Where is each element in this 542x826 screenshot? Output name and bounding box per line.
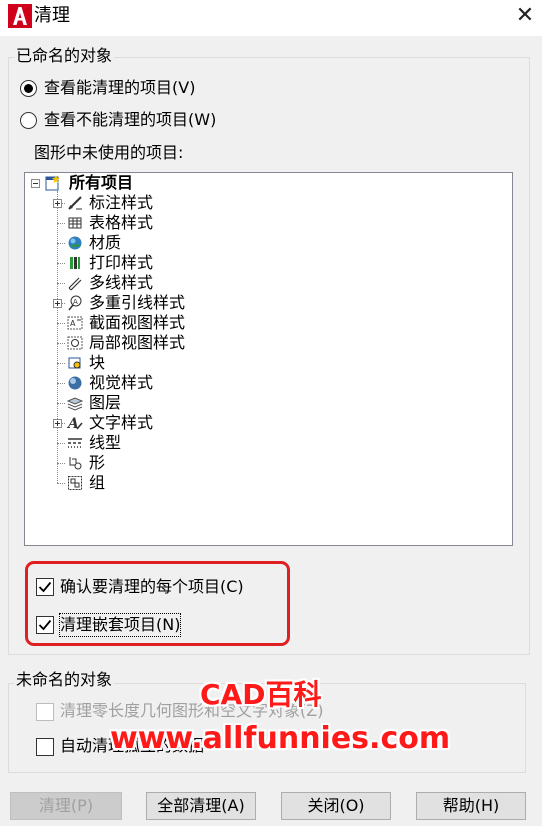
plot-style-icon bbox=[67, 255, 83, 271]
tree-item-group[interactable]: 组 bbox=[89, 473, 105, 493]
svg-text:A: A bbox=[70, 319, 76, 328]
tree-item-label: 局部视图样式 bbox=[89, 333, 186, 352]
tree-branch-line bbox=[57, 243, 65, 244]
expand-toggle[interactable] bbox=[53, 299, 62, 308]
multileader-style-icon: A bbox=[67, 295, 83, 311]
tree-item-block[interactable]: 块 bbox=[89, 353, 105, 373]
text-style-icon: A bbox=[66, 415, 83, 432]
tree-item-visual-style[interactable]: 视觉样式 bbox=[89, 373, 153, 393]
tree-branch-line bbox=[57, 263, 65, 264]
tree-item-shape[interactable]: 形 bbox=[89, 453, 105, 473]
multiline-style-icon bbox=[67, 275, 83, 291]
title-bar bbox=[0, 0, 542, 36]
close-icon[interactable]: ✕ bbox=[510, 1, 540, 31]
tree-item-material[interactable]: 材质 bbox=[89, 233, 121, 253]
tree-item-label: 标注样式 bbox=[89, 193, 154, 212]
tree-branch-line bbox=[57, 403, 65, 404]
auto-purge-checkbox[interactable] bbox=[36, 738, 54, 756]
purge-all-button[interactable]: 全部清理(A) bbox=[146, 792, 256, 820]
tree-item-label: 多重引线样式 bbox=[89, 293, 186, 312]
tree-item-label: 多线样式 bbox=[89, 273, 154, 292]
tree-item-label: 形 bbox=[89, 453, 106, 472]
table-style-icon bbox=[67, 215, 83, 231]
expand-toggle[interactable] bbox=[53, 199, 62, 208]
tree-item-section-view-style[interactable]: 截面视图样式 bbox=[89, 313, 185, 333]
named-objects-label: 已命名的对象 bbox=[14, 46, 115, 66]
tree-branch-line bbox=[57, 463, 65, 464]
tree-item-label: 块 bbox=[89, 353, 106, 372]
block-icon bbox=[67, 355, 83, 371]
tree-item-multiline-style[interactable]: 多线样式 bbox=[89, 273, 153, 293]
tree-item-label: 组 bbox=[89, 473, 106, 492]
tree-item-label: 文字样式 bbox=[89, 413, 154, 432]
tree-item-label: 截面视图样式 bbox=[89, 313, 186, 332]
tree-item-dimension-style[interactable]: 标注样式 bbox=[89, 193, 153, 213]
help-button[interactable]: 帮助(H) bbox=[416, 792, 526, 820]
tree-trunk-line bbox=[57, 191, 58, 483]
expand-toggle[interactable] bbox=[53, 419, 62, 428]
linetype-icon bbox=[67, 435, 83, 451]
autocad-logo-icon bbox=[8, 4, 32, 28]
purge-button[interactable]: 清理(P) bbox=[10, 792, 122, 820]
layer-icon bbox=[66, 395, 84, 411]
all-items-icon bbox=[45, 175, 61, 191]
tree-item-label: 所有项目 bbox=[69, 173, 134, 192]
tree-branch-line bbox=[57, 383, 65, 384]
shape-icon bbox=[67, 455, 83, 471]
group-icon bbox=[67, 475, 83, 491]
detail-view-style-icon bbox=[67, 335, 83, 351]
watermark-url: www.allfunnies.com bbox=[110, 721, 451, 756]
tree-branch-line bbox=[57, 223, 65, 224]
material-icon bbox=[67, 235, 83, 251]
tree-branch-line bbox=[57, 323, 65, 324]
tree-branch-line bbox=[57, 283, 65, 284]
tree-item-label: 打印样式 bbox=[89, 253, 154, 272]
tree-item-label: 图层 bbox=[89, 393, 122, 412]
tree-item-label: 材质 bbox=[89, 233, 122, 252]
tree-item-plot-style[interactable]: 打印样式 bbox=[89, 253, 153, 273]
view-purgeable-radio[interactable] bbox=[20, 80, 37, 97]
view-nonpurgeable-label[interactable]: 查看不能清理的项目(W) bbox=[44, 109, 216, 131]
view-purgeable-label[interactable]: 查看能清理的项目(V) bbox=[44, 77, 195, 99]
tree-caption: 图形中未使用的项目: bbox=[34, 143, 184, 162]
view-nonpurgeable-radio[interactable] bbox=[20, 112, 37, 129]
tree-branch-line bbox=[57, 443, 65, 444]
tree-branch-line bbox=[57, 363, 65, 364]
tree-item-text-style[interactable]: 文字样式 bbox=[89, 413, 153, 433]
tree-item-multileader-style[interactable]: 多重引线样式 bbox=[89, 293, 185, 313]
tree-item-label: 视觉样式 bbox=[89, 373, 154, 392]
tree-branch-line bbox=[57, 483, 65, 484]
unnamed-objects-label: 未命名的对象 bbox=[14, 670, 115, 690]
tree-item-detail-view-style[interactable]: 局部视图样式 bbox=[89, 333, 185, 353]
tree-item-table-style[interactable]: 表格样式 bbox=[89, 213, 153, 233]
unused-items-tree[interactable]: 所有项目 标注样式 表格样式 材质 打印样式 多线样式 A 多重引线样式 A 截… bbox=[24, 172, 513, 546]
section-view-style-icon: A bbox=[67, 315, 83, 331]
tree-item-linetype[interactable]: 线型 bbox=[89, 433, 121, 453]
window-title: 清理 bbox=[34, 5, 70, 26]
collapse-toggle[interactable] bbox=[31, 179, 40, 188]
tree-item-label: 表格样式 bbox=[89, 213, 154, 232]
tree-item-root[interactable]: 所有项目 bbox=[69, 173, 133, 193]
tree-item-label: 线型 bbox=[89, 433, 122, 452]
visual-style-icon bbox=[67, 375, 83, 391]
close-button[interactable]: 关闭(O) bbox=[281, 792, 391, 820]
watermark-title: CAD百科 bbox=[200, 678, 322, 711]
tree-item-layer[interactable]: 图层 bbox=[89, 393, 121, 413]
radio-selected-dot bbox=[24, 84, 33, 93]
dimension-style-icon bbox=[67, 195, 83, 211]
highlight-annotation-box bbox=[25, 561, 290, 646]
svg-text:A: A bbox=[73, 298, 78, 306]
tree-branch-line bbox=[57, 343, 65, 344]
purge-zero-length-checkbox[interactable] bbox=[36, 703, 54, 721]
